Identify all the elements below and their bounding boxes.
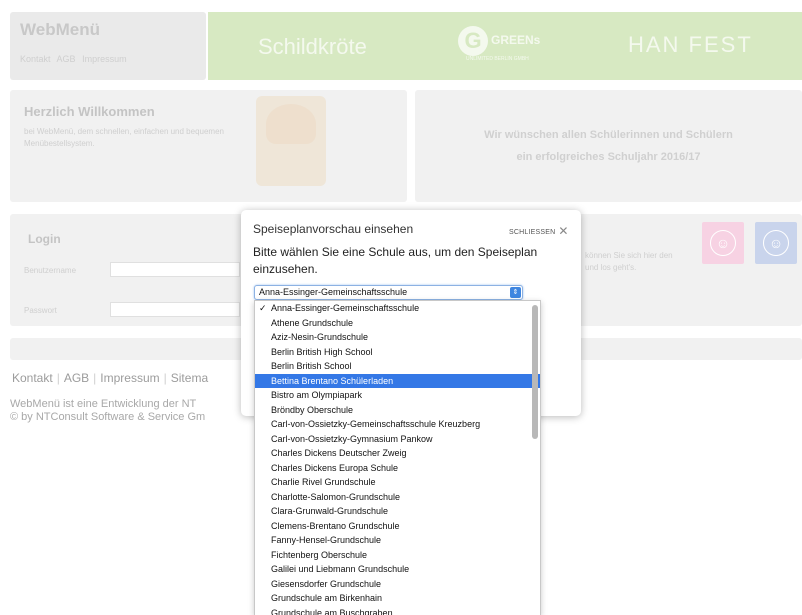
school-option[interactable]: Grundschule am Buschgraben bbox=[255, 606, 540, 615]
header-brand-box: WebMenü Kontakt AGB Impressum bbox=[10, 12, 206, 80]
school-option[interactable]: ✓ Anna-Essinger-Gemeinschaftsschule bbox=[255, 301, 540, 316]
school-select-value: Anna-Essinger-Gemeinschaftsschule bbox=[259, 287, 408, 297]
school-option[interactable]: Clara-Grunwald-Grundschule bbox=[255, 504, 540, 519]
footer-link-agb[interactable]: AGB bbox=[64, 371, 89, 385]
school-option[interactable]: Bröndby Oberschule bbox=[255, 403, 540, 418]
smiley-icon: ☺ bbox=[710, 230, 736, 256]
blue-smiley-tile[interactable]: ☺ bbox=[755, 222, 797, 264]
password-input[interactable] bbox=[110, 302, 240, 317]
school-option[interactable]: Athene Grundschule bbox=[255, 316, 540, 331]
close-icon: ✕ bbox=[558, 224, 569, 238]
school-option[interactable]: Charlotte-Salomon-Grundschule bbox=[255, 490, 540, 505]
footer-link-sitemap[interactable]: Sitema bbox=[171, 371, 208, 385]
username-input[interactable] bbox=[110, 262, 240, 277]
school-option[interactable]: Clemens-Brentano Grundschule bbox=[255, 519, 540, 534]
school-option[interactable]: Galilei und Liebmann Grundschule bbox=[255, 562, 540, 577]
school-option[interactable]: Berlin British School bbox=[255, 359, 540, 374]
school-option[interactable]: Fanny-Hensel-Grundschule bbox=[255, 533, 540, 548]
footer-links: Kontakt | AGB | Impressum | Sitema bbox=[12, 371, 209, 385]
modal-title: Speiseplanvorschau einsehen bbox=[253, 222, 414, 236]
school-option[interactable]: Carl-von-Ossietzky-Gemeinschaftsschule K… bbox=[255, 417, 540, 432]
schildkroete-logo: Schildkröte bbox=[258, 34, 367, 59]
handfest-logo: HAN FEST bbox=[628, 32, 753, 57]
school-select[interactable]: Anna-Essinger-Gemeinschaftsschule ⇕ bbox=[254, 285, 523, 300]
school-option[interactable]: Bistro am Olympiapark bbox=[255, 388, 540, 403]
dropdown-scrollbar[interactable] bbox=[532, 305, 538, 439]
footer-link-kontakt[interactable]: Kontakt bbox=[12, 371, 53, 385]
school-dropdown-list[interactable]: ✓ Anna-Essinger-Gemeinschaftsschule Athene… bbox=[254, 300, 541, 615]
header-links: Kontakt AGB Impressum bbox=[20, 54, 131, 64]
close-button[interactable]: SCHLIESSEN ✕ bbox=[509, 224, 569, 238]
school-option[interactable]: Charles Dickens Deutscher Zweig bbox=[255, 446, 540, 461]
login-title: Login bbox=[28, 232, 61, 246]
smiley-icon: ☺ bbox=[763, 230, 789, 256]
footer-link-impressum[interactable]: Impressum bbox=[100, 371, 159, 385]
footer-note: WebMenü ist eine Entwicklung der NT © by… bbox=[10, 398, 206, 423]
school-option[interactable]: Berlin British High School bbox=[255, 345, 540, 360]
greeting-panel: Wir wünschen allen Schülerinnen und Schü… bbox=[415, 90, 802, 202]
school-options: ✓ Anna-Essinger-Gemeinschaftsschule Athene… bbox=[255, 301, 540, 615]
welcome-title: Herzlich Willkommen bbox=[24, 104, 155, 119]
welcome-panel: Herzlich Willkommen bei WebMenü, dem sch… bbox=[10, 90, 407, 202]
username-label: Benutzername bbox=[24, 266, 77, 275]
welcome-text: bei WebMenü, dem schnellen, einfachen un… bbox=[24, 127, 224, 148]
password-label: Passwort bbox=[24, 306, 57, 315]
header-link-agb[interactable]: AGB bbox=[57, 54, 76, 64]
greens-g-icon: G bbox=[458, 26, 488, 56]
school-option[interactable]: Giesensdorfer Grundschule bbox=[255, 577, 540, 592]
grocery-bag-image bbox=[256, 96, 326, 186]
info-text: können Sie sich hier den und los geht's. bbox=[585, 251, 673, 272]
school-option[interactable]: Charles Dickens Europa Schule bbox=[255, 461, 540, 476]
header-link-kontakt[interactable]: Kontakt bbox=[20, 54, 51, 64]
school-option[interactable]: Charlie Rivel Grundschule bbox=[255, 475, 540, 490]
brand-title: WebMenü bbox=[20, 20, 100, 39]
school-option[interactable]: Grundschule am Birkenhain bbox=[255, 591, 540, 606]
school-option[interactable]: Carl-von-Ossietzky-Gymnasium Pankow bbox=[255, 432, 540, 447]
greens-logo: G GREENs UNLIMITED BERLIN GMBH bbox=[458, 26, 540, 62]
greeting-text: Wir wünschen allen Schülerinnen und Schü… bbox=[484, 129, 733, 163]
header-link-impressum[interactable]: Impressum bbox=[82, 54, 127, 64]
school-option[interactable]: Bettina Brentano Schülerladen bbox=[255, 373, 540, 388]
select-arrows-icon: ⇕ bbox=[510, 287, 521, 298]
sponsor-banner: Schildkröte G GREENs UNLIMITED BERLIN GMB… bbox=[208, 12, 802, 80]
school-option[interactable]: Fichtenberg Oberschule bbox=[255, 548, 540, 563]
modal-prompt: Bitte wählen Sie eine Schule aus, um den… bbox=[253, 245, 538, 276]
school-option[interactable]: Aziz-Nesin-Grundschule bbox=[255, 330, 540, 345]
pink-smiley-tile[interactable]: ☺ bbox=[702, 222, 744, 264]
checkmark-icon: ✓ bbox=[259, 303, 267, 313]
